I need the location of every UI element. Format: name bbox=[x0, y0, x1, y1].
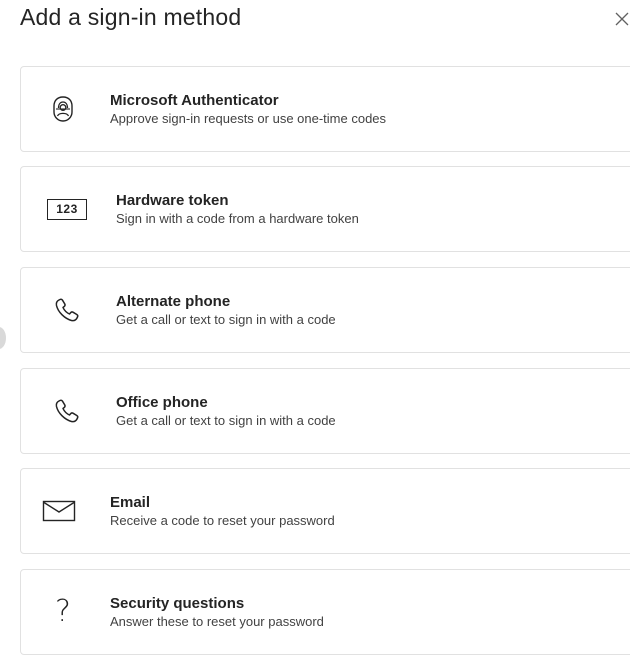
method-microsoft-authenticator[interactable]: Microsoft Authenticator Approve sign-in … bbox=[20, 66, 630, 152]
method-name: Hardware token bbox=[116, 192, 229, 209]
method-name: Alternate phone bbox=[116, 293, 231, 310]
method-description: Receive a code to reset your password bbox=[110, 513, 335, 528]
method-alternate-phone[interactable]: Alternate phone Get a call or text to si… bbox=[20, 267, 630, 353]
mail-icon bbox=[37, 491, 81, 531]
method-hardware-token[interactable]: 123 Hardware token Sign in with a code f… bbox=[20, 166, 630, 252]
phone-icon bbox=[45, 290, 89, 330]
method-email[interactable]: Email Receive a code to reset your passw… bbox=[20, 468, 630, 554]
method-name: Security questions bbox=[110, 595, 245, 612]
method-description: Answer these to reset your password bbox=[110, 614, 324, 629]
method-security-questions[interactable]: ? Security questions Answer these to res… bbox=[20, 569, 630, 655]
dialog-title: Add a sign-in method bbox=[20, 4, 242, 30]
method-name: Office phone bbox=[116, 394, 208, 411]
authenticator-icon bbox=[41, 89, 85, 129]
phone-icon bbox=[45, 391, 89, 431]
close-icon bbox=[615, 12, 629, 26]
add-sign-in-method-dialog: Add a sign-in method Microsoft Authentic… bbox=[0, 0, 630, 659]
hardware-token-icon: 123 bbox=[45, 189, 89, 229]
hardware-token-label: 123 bbox=[47, 198, 87, 220]
method-description: Get a call or text to sign in with a cod… bbox=[116, 413, 336, 428]
method-name: Email bbox=[110, 494, 151, 511]
method-name: Microsoft Authenticator bbox=[110, 92, 279, 109]
question-icon: ? bbox=[41, 592, 85, 632]
method-description: Approve sign-in requests or use one-time… bbox=[110, 111, 387, 126]
close-button[interactable] bbox=[611, 8, 630, 30]
question-glyph: ? bbox=[55, 594, 71, 629]
background-element bbox=[0, 327, 6, 349]
method-office-phone[interactable]: Office phone Get a call or text to sign … bbox=[20, 368, 630, 454]
method-description: Sign in with a code from a hardware toke… bbox=[116, 211, 359, 226]
method-description: Get a call or text to sign in with a cod… bbox=[116, 312, 336, 327]
